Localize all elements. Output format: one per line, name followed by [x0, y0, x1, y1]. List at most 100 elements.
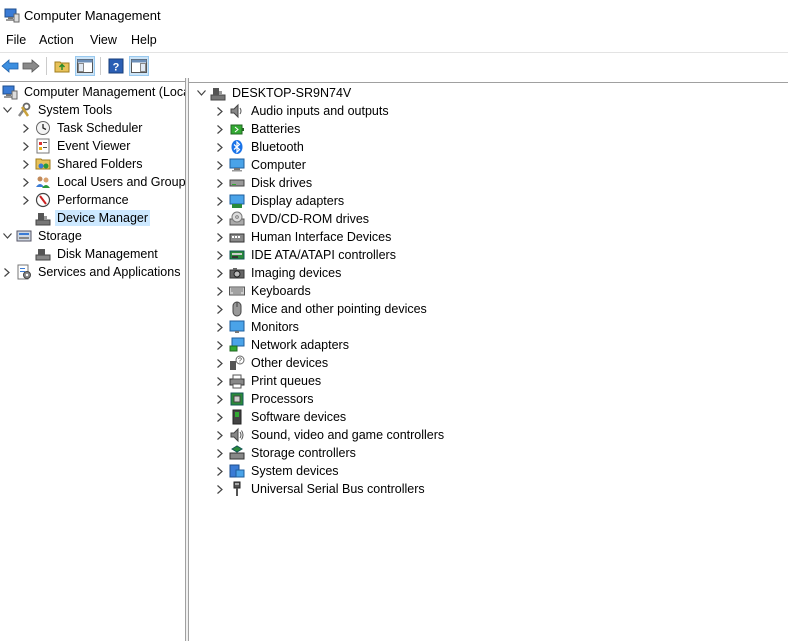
chevron-right-icon[interactable] [214, 228, 226, 246]
chevron-down-icon[interactable] [1, 101, 13, 119]
device-category-label: Network adapters [251, 338, 349, 352]
device-category[interactable]: Storage controllers [214, 444, 358, 462]
menu-help[interactable]: Help [129, 33, 159, 47]
device-category[interactable]: Disk drives [214, 174, 314, 192]
tree-node-performance[interactable]: Performance [20, 191, 131, 209]
console-tree-icon [77, 59, 93, 73]
performance-icon [35, 192, 51, 208]
chevron-right-icon[interactable] [214, 120, 226, 138]
chevron-right-icon[interactable] [20, 119, 32, 137]
up-one-level-button[interactable] [52, 56, 72, 76]
device-category[interactable]: Network adapters [214, 336, 351, 354]
chevron-right-icon[interactable] [214, 372, 226, 390]
toolbar-separator [46, 57, 47, 75]
device-category[interactable]: Sound, video and game controllers [214, 426, 446, 444]
tree-node-local-users-groups[interactable]: Local Users and Groups [20, 173, 185, 191]
software-device-icon [229, 409, 245, 425]
menu-view[interactable]: View [88, 33, 119, 47]
chevron-right-icon[interactable] [214, 138, 226, 156]
show-hide-action-pane-button[interactable] [129, 56, 149, 76]
device-category[interactable]: Mice and other pointing devices [214, 300, 429, 318]
device-category[interactable]: System devices [214, 462, 341, 480]
help-button[interactable]: ? [106, 56, 126, 76]
device-category[interactable]: Universal Serial Bus controllers [214, 480, 427, 498]
device-category-label: Computer [251, 158, 306, 172]
device-category[interactable]: Monitors [214, 318, 301, 336]
chevron-right-icon[interactable] [20, 137, 32, 155]
tree-label: Performance [57, 193, 129, 207]
tree-label: Device Manager [55, 210, 151, 226]
clock-icon [35, 120, 51, 136]
tree-node-services-applications[interactable]: Services and Applications [1, 263, 182, 281]
tree-label: Local Users and Groups [57, 175, 185, 189]
chevron-right-icon[interactable] [214, 282, 226, 300]
device-category[interactable]: Processors [214, 390, 316, 408]
chevron-right-icon[interactable] [214, 192, 226, 210]
chevron-right-icon[interactable] [214, 426, 226, 444]
sound-icon [229, 427, 245, 443]
chevron-down-icon[interactable] [195, 84, 207, 102]
tree-node-task-scheduler[interactable]: Task Scheduler [20, 119, 144, 137]
toolbar-separator [100, 57, 101, 75]
chevron-right-icon[interactable] [20, 191, 32, 209]
back-button[interactable] [0, 56, 20, 76]
device-category-label: Universal Serial Bus controllers [251, 482, 425, 496]
bluetooth-icon [229, 139, 245, 155]
chevron-right-icon[interactable] [214, 318, 226, 336]
tree-node-shared-folders[interactable]: Shared Folders [20, 155, 144, 173]
chevron-right-icon[interactable] [214, 480, 226, 498]
device-category[interactable]: Audio inputs and outputs [214, 102, 391, 120]
device-category[interactable]: Bluetooth [214, 138, 306, 156]
chevron-right-icon[interactable] [214, 300, 226, 318]
forward-button[interactable] [21, 56, 41, 76]
chevron-right-icon[interactable] [214, 246, 226, 264]
device-category[interactable]: Software devices [214, 408, 348, 426]
chevron-right-icon[interactable] [1, 263, 13, 281]
tree-node-device-manager[interactable]: Device Manager [20, 209, 151, 227]
tree-node-storage[interactable]: Storage [1, 227, 84, 245]
device-category[interactable]: IDE ATA/ATAPI controllers [214, 246, 398, 264]
chevron-right-icon[interactable] [214, 390, 226, 408]
tree-node-computer-management[interactable]: Computer Management (Local [0, 83, 185, 101]
chevron-right-icon[interactable] [214, 156, 226, 174]
device-category[interactable]: Print queues [214, 372, 323, 390]
device-category-label: Keyboards [251, 284, 311, 298]
chevron-right-icon[interactable] [214, 210, 226, 228]
tools-icon [16, 102, 32, 118]
chevron-right-icon[interactable] [214, 264, 226, 282]
device-category[interactable]: Batteries [214, 120, 302, 138]
chevron-right-icon[interactable] [214, 354, 226, 372]
chevron-right-icon[interactable] [214, 174, 226, 192]
chevron-right-icon[interactable] [214, 462, 226, 480]
menu-file[interactable]: File [4, 33, 28, 47]
action-pane-icon [131, 59, 147, 73]
speaker-icon [229, 103, 245, 119]
display-adapter-icon [229, 193, 245, 209]
tree-label: Computer Management (Local [24, 85, 185, 99]
tree-node-event-viewer[interactable]: Event Viewer [20, 137, 132, 155]
chevron-down-icon[interactable] [1, 227, 13, 245]
tree-node-system-tools[interactable]: System Tools [1, 101, 114, 119]
tree-node-disk-management[interactable]: Disk Management [20, 245, 160, 263]
chevron-right-icon[interactable] [214, 444, 226, 462]
users-icon [35, 174, 51, 190]
chevron-right-icon[interactable] [20, 173, 32, 191]
device-category[interactable]: Computer [214, 156, 308, 174]
menu-action[interactable]: Action [37, 33, 76, 47]
show-hide-console-tree-button[interactable] [75, 56, 95, 76]
device-category[interactable]: Display adapters [214, 192, 346, 210]
device-category[interactable]: ? Other devices [214, 354, 330, 372]
device-tree-root[interactable]: DESKTOP-SR9N74V [195, 84, 353, 102]
device-category[interactable]: DVD/CD-ROM drives [214, 210, 371, 228]
device-category[interactable]: Keyboards [214, 282, 313, 300]
device-category-label: Imaging devices [251, 266, 342, 280]
storage-icon [16, 228, 32, 244]
chevron-right-icon[interactable] [214, 408, 226, 426]
device-category[interactable]: Imaging devices [214, 264, 343, 282]
chevron-right-icon[interactable] [20, 155, 32, 173]
toolbar: ? [0, 52, 788, 79]
device-category[interactable]: Human Interface Devices [214, 228, 393, 246]
computer-icon [229, 157, 245, 173]
chevron-right-icon[interactable] [214, 336, 226, 354]
chevron-right-icon[interactable] [214, 102, 226, 120]
